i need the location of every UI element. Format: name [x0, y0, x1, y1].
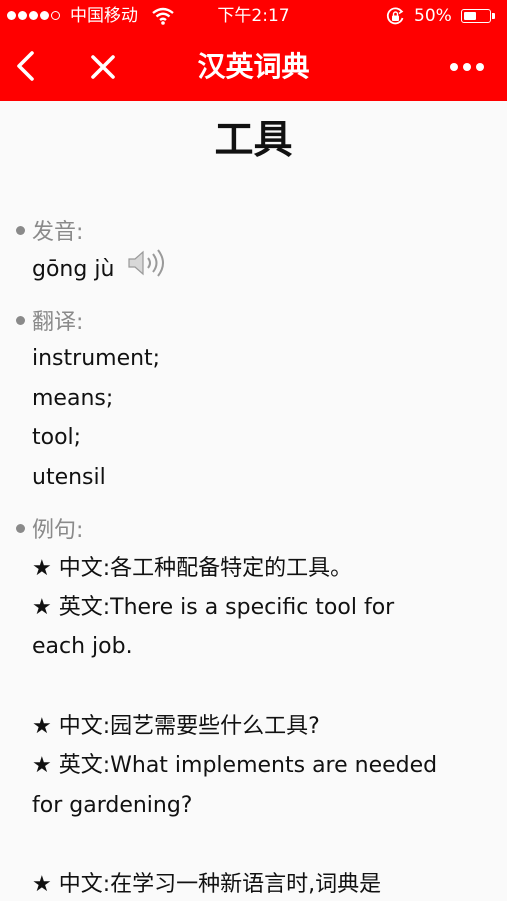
- translation-item: means;: [32, 386, 114, 411]
- example-line: ★ 英文:What implements are needed: [32, 753, 438, 778]
- examples-label-text: 例句:: [32, 518, 84, 543]
- translation-label-text: 翻译:: [32, 310, 84, 335]
- top-bar: 中国移动 下午2:17 50% 汉英词典: [0, 0, 507, 101]
- battery-percent: 50%: [414, 6, 452, 26]
- entry-word: 工具: [214, 118, 293, 163]
- pronunciation-label: 发音:: [16, 217, 83, 249]
- battery-fill: [463, 11, 476, 20]
- translation-item: utensil: [32, 465, 106, 490]
- translation-item: tool;: [32, 425, 82, 450]
- more-dots-icon[interactable]: [442, 52, 492, 82]
- example-line: each job.: [32, 634, 133, 659]
- pronunciation-label-text: 发音:: [32, 220, 84, 245]
- bullet-icon: [16, 315, 25, 325]
- bullet-icon: [16, 523, 25, 533]
- nav-bar: 汉英词典: [0, 32, 507, 101]
- translation-item: instrument;: [32, 346, 161, 371]
- example-line: ★ 中文:园艺需要些什么工具?: [32, 714, 320, 739]
- orientation-lock-icon: [386, 7, 404, 25]
- speaker-icon[interactable]: [127, 248, 173, 278]
- examples-label: 例句:: [16, 515, 83, 547]
- example-line: ★ 中文:在学习一种新语言时,词典是: [32, 872, 382, 897]
- example-line: ★ 英文:There is a specific tool for: [32, 595, 395, 620]
- dictionary-entry: 工具 发音: gōng jù 翻译: instrument; means; to…: [0, 101, 507, 900]
- status-bar: 中国移动 下午2:17 50%: [0, 0, 507, 32]
- bullet-icon: [16, 225, 25, 235]
- example-line: ★ 中文:各工种配备特定的工具。: [32, 556, 353, 581]
- page-title: 汉英词典: [197, 50, 310, 83]
- battery-icon: [461, 9, 491, 23]
- chevron-left-icon[interactable]: [8, 46, 44, 86]
- battery-tip: [492, 13, 495, 19]
- example-line: for gardening?: [32, 793, 193, 818]
- pinyin: gōng jù: [32, 257, 115, 282]
- translation-label: 翻译:: [16, 307, 83, 339]
